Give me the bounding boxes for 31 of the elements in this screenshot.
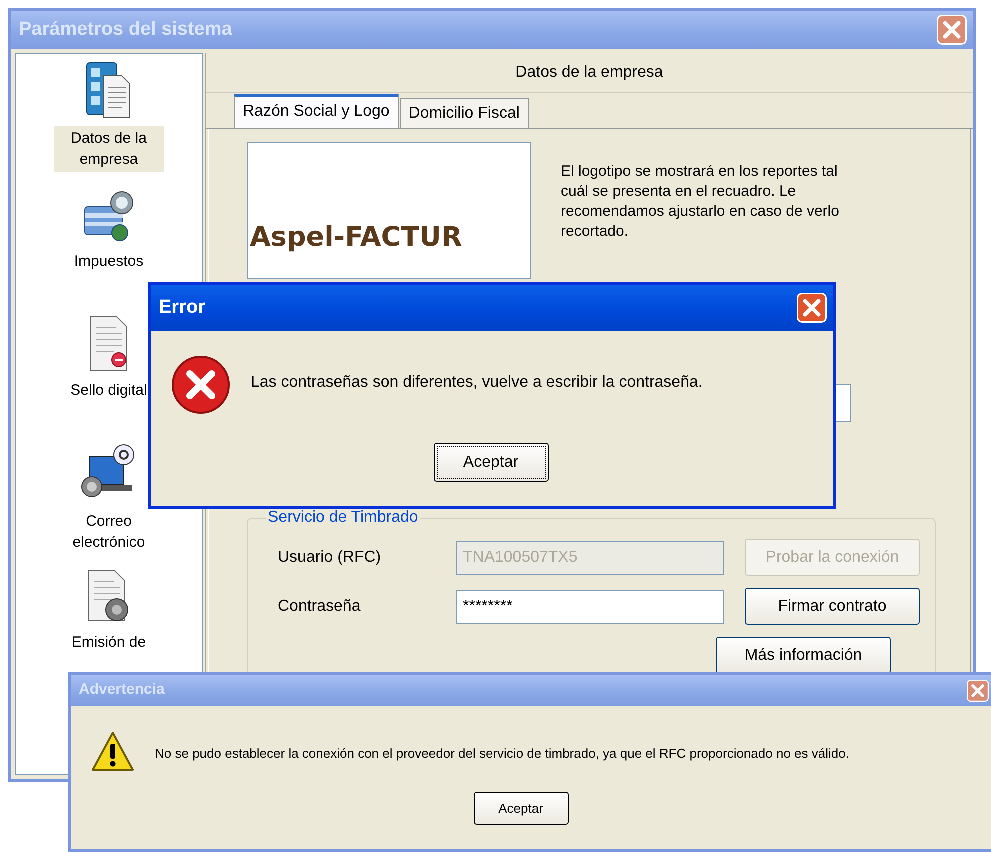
sidebar-item[interactable]: Impuestos [70, 249, 148, 274]
document-icon [86, 62, 132, 120]
close-icon[interactable] [937, 15, 967, 45]
certificate-icon [89, 316, 129, 372]
warning-icon [91, 730, 135, 774]
logo-text: Aspel-FACTUR [250, 220, 462, 254]
sidebar-item[interactable]: Sello digital [66, 378, 152, 403]
sidebar-item[interactable]: Emisión de [68, 630, 150, 655]
password-field[interactable]: ******** [456, 590, 724, 624]
info-button[interactable]: Más información [716, 637, 891, 674]
error-icon [171, 355, 231, 415]
dialog-title: Advertencia [79, 680, 165, 700]
document-gear-icon [86, 570, 131, 624]
tab[interactable]: Domicilio Fiscal [400, 98, 529, 128]
sidebar-item[interactable]: Correo electrónico [54, 509, 164, 555]
ok-button[interactable]: Aceptar [474, 792, 568, 825]
close-icon[interactable] [967, 680, 989, 702]
close-icon[interactable] [797, 293, 827, 323]
card-globe-icon [84, 189, 134, 243]
window-title: Parámetros del sistema [19, 18, 232, 42]
field-label: Usuario (RFC) [278, 548, 382, 568]
tab[interactable]: Razón Social y Logo [234, 94, 399, 128]
panel-header: Datos de la empresa [206, 53, 973, 93]
sidebar-item[interactable]: Datos de la empresa [54, 126, 164, 172]
warning-message: No se pudo establecer la conexión con el proveedor del servicio de timbrado, ya que el RFC proporcionado no es válido. [155, 745, 850, 763]
error-message: Las contraseñas son diferentes, vuelve a escribir la contraseña. [251, 373, 703, 393]
logo-note: El logotipo se mostrará en los reportes tal cuál se presenta en el recuadro. Le recomendamos ajustarlo en caso de verlo recortado. [561, 162, 840, 242]
dialog-title: Error [159, 296, 206, 320]
ok-button[interactable]: Aceptar [434, 443, 548, 482]
field-label: Contraseña [278, 596, 362, 616]
connection-button[interactable]: Firmar contrato [745, 588, 920, 625]
